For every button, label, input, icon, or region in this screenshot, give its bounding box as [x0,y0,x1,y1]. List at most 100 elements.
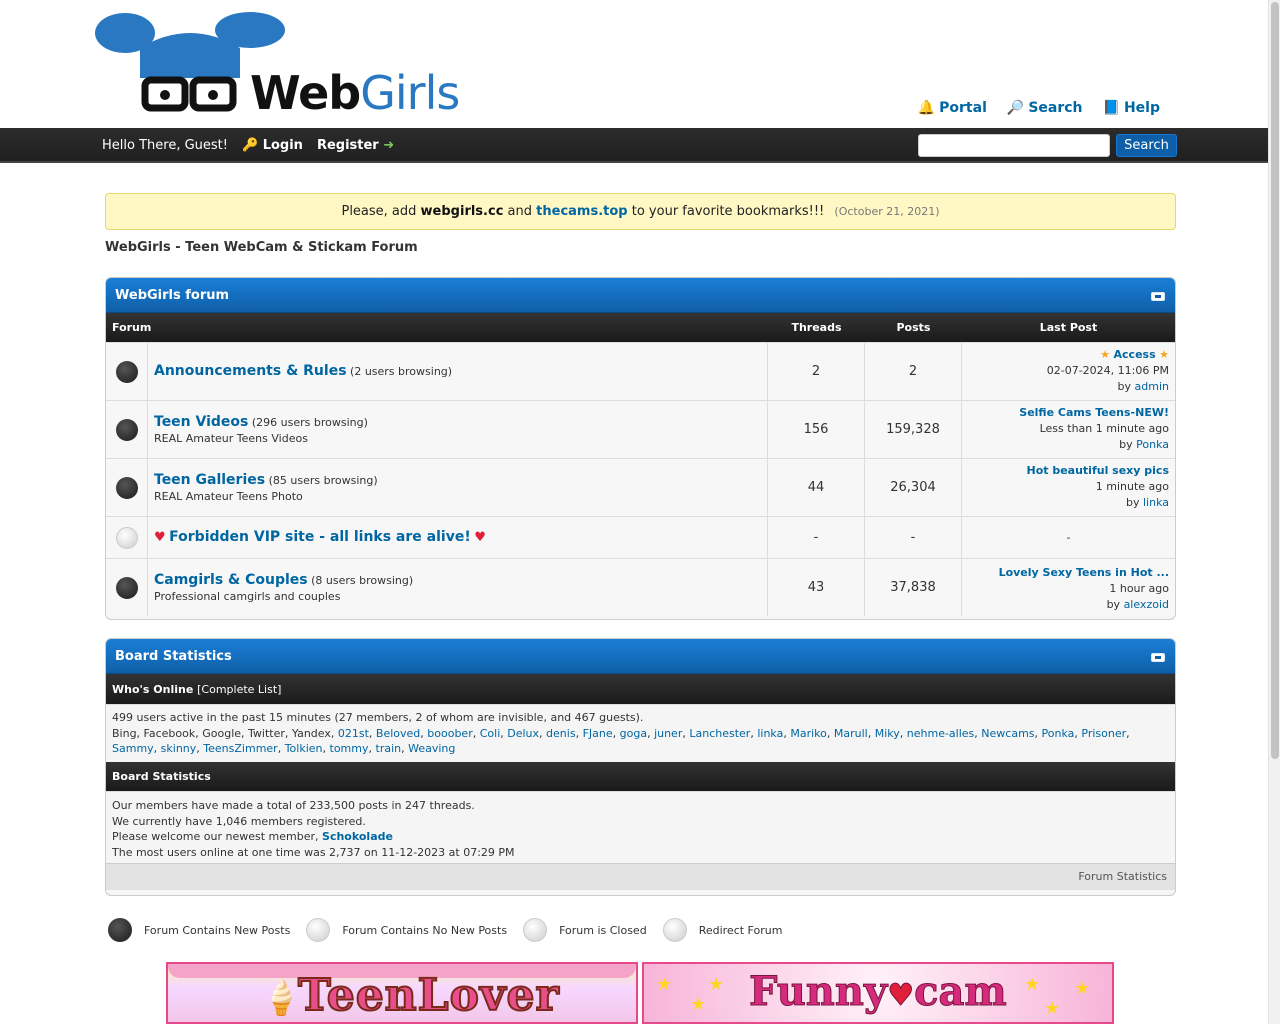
forum-table-title: WebGirls forum [115,288,230,303]
forum-row: Camgirls & Couples (8 users browsing) Pr… [106,558,1175,616]
help-link[interactable]: 📘 Help [1103,100,1160,116]
forum-row: Teen Galleries (85 users browsing) REAL … [106,458,1175,516]
new-posts-icon [108,918,132,942]
magnifier-icon: 🔎 [1006,100,1025,116]
online-member-link[interactable]: TeensZimmer [203,742,277,755]
forum-statistics-link[interactable]: Forum Statistics [1078,870,1167,883]
whos-online-link[interactable]: Who's Online [112,683,193,696]
portal-link[interactable]: 🔔 Portal [918,100,987,116]
online-member-link[interactable]: Tolkien [285,742,323,755]
site-logo[interactable]: WebGirls [95,8,475,120]
online-member-link[interactable]: skinny [161,742,197,755]
online-member-link[interactable]: juner [654,727,682,740]
forum-info-cell: Announcements & Rules (2 users browsing) [148,343,768,400]
online-member-link[interactable]: Weaving [408,742,455,755]
online-member-link[interactable]: tommy [330,742,369,755]
last-post-title-link[interactable]: Lovely Sexy Teens in Hot ... [999,566,1169,579]
search-button[interactable]: Search [1116,134,1177,157]
forum-posts: 26,304 [865,459,962,516]
forum-browsing: (8 users browsing) [311,574,414,587]
forum-table-header: WebGirls forum [106,278,1175,313]
last-post-user-link[interactable]: alexzoid [1124,598,1169,611]
online-member-link[interactable]: Sammy [112,742,154,755]
online-member-link[interactable]: Newcams [981,727,1034,740]
online-member-link[interactable]: linka [757,727,783,740]
stats-title: Board Statistics [115,649,232,664]
forum-row: Announcements & Rules (2 users browsing)… [106,342,1175,400]
legend-item: Forum Contains No New Posts [306,918,507,942]
page-scrollbar[interactable] [1268,0,1280,1024]
board-stats-subheader: Board Statistics [106,762,1175,791]
last-post-title-link[interactable]: Selfie Cams Teens-NEW! [1019,406,1169,419]
newest-member-link[interactable]: Schokolade [322,830,393,843]
last-post-user-link[interactable]: linka [1143,496,1169,509]
member-separator: , [1034,726,1042,740]
redirect-icon [662,918,687,942]
complete-list-link[interactable]: [Complete List] [197,683,281,696]
online-member-link[interactable]: 021st [338,727,369,740]
online-member-link[interactable]: Lanchester [689,727,750,740]
forum-posts: 2 [865,343,962,400]
forum-title-link[interactable]: Announcements & Rules [154,363,347,379]
online-member-link[interactable]: goga [620,727,647,740]
online-member-link[interactable]: denis [546,727,576,740]
lock-icon [523,918,548,942]
forum-title-link[interactable]: Teen Galleries [154,472,265,488]
search-input[interactable] [918,134,1110,157]
stats-newest-prefix: Please welcome our newest member, [112,830,319,843]
last-post-by: by [1125,496,1140,509]
legend-item: Redirect Forum [662,918,782,942]
online-member-link[interactable]: FJane [583,727,613,740]
stats-line-most-online: The most users online at one time was 2,… [112,845,515,859]
search-link[interactable]: 🔎 Search [1007,100,1083,116]
online-member-link[interactable]: booober [427,727,472,740]
last-post-title-link[interactable]: Hot beautiful sexy pics [1026,464,1169,477]
login-link[interactable]: 🔑 Login [242,138,303,153]
register-link[interactable]: Register ➜ [317,138,394,153]
announce-site2-link[interactable]: thecams.top [536,204,627,219]
funnycam-banner[interactable]: ★ ★ ★ ★ ★ ★ Funny♥cam [642,962,1114,1024]
forum-threads: 43 [768,559,865,616]
forum-browsing: (85 users browsing) [268,474,378,487]
online-member-link[interactable]: Delux [507,727,539,740]
banner-text-funny: Funny [748,968,888,1016]
heart-camera-icon: ♥ [887,978,915,1014]
forum-info-cell: Camgirls & Couples (8 users browsing) Pr… [148,559,768,616]
welcome-area: Hello There, Guest! 🔑 Login Register ➜ [102,138,394,153]
last-post-title-link[interactable]: Access [1114,348,1156,361]
last-post-cell: Selfie Cams Teens-NEW! Less than 1 minut… [962,401,1175,458]
forum-title-link[interactable]: Teen Videos [154,414,248,430]
scrollbar-thumb[interactable] [1271,2,1279,759]
logo-text: WebGirls [250,66,460,120]
forum-status-cell [106,559,148,616]
collapse-icon[interactable] [1151,653,1165,662]
last-post-user-link[interactable]: Ponka [1136,438,1169,451]
online-member-link[interactable]: Marull [834,727,868,740]
new-posts-icon [116,361,138,383]
last-post-user-link[interactable]: admin [1135,380,1169,393]
announce-suffix: to your favorite bookmarks!!! [631,204,825,219]
member-separator: , [575,726,583,740]
online-member-link[interactable]: train [376,742,402,755]
online-member-link[interactable]: Coli [480,727,501,740]
online-member-link[interactable]: Mariko [790,727,827,740]
online-member-link[interactable]: Ponka [1042,727,1075,740]
online-member-link[interactable]: Prisoner [1081,727,1126,740]
collapse-icon[interactable] [1151,292,1165,301]
member-separator: , [899,726,907,740]
forum-title-link[interactable]: Forbidden VIP site - all links are alive… [169,529,471,545]
online-member-link[interactable]: Miky [875,727,900,740]
legend-label: Forum Contains New Posts [144,923,291,937]
legend-label: Forum is Closed [559,923,647,937]
new-posts-icon [116,577,138,599]
teenlover-banner[interactable]: 🍦 TeenLover [166,962,638,1024]
key-icon: 🔑 [241,138,259,153]
online-member-link[interactable]: Beloved [376,727,420,740]
help-book-icon: 📘 [1102,100,1120,116]
forum-threads: - [768,517,865,558]
forum-title-link[interactable]: Camgirls & Couples [154,572,308,588]
announcement-bar: Please, add webgirls.cc and thecams.top … [105,193,1176,230]
welcome-text: Hello There, Guest! [102,138,228,153]
forum-browsing: (296 users browsing) [251,416,368,429]
online-member-link[interactable]: nehme-alles [907,727,975,740]
